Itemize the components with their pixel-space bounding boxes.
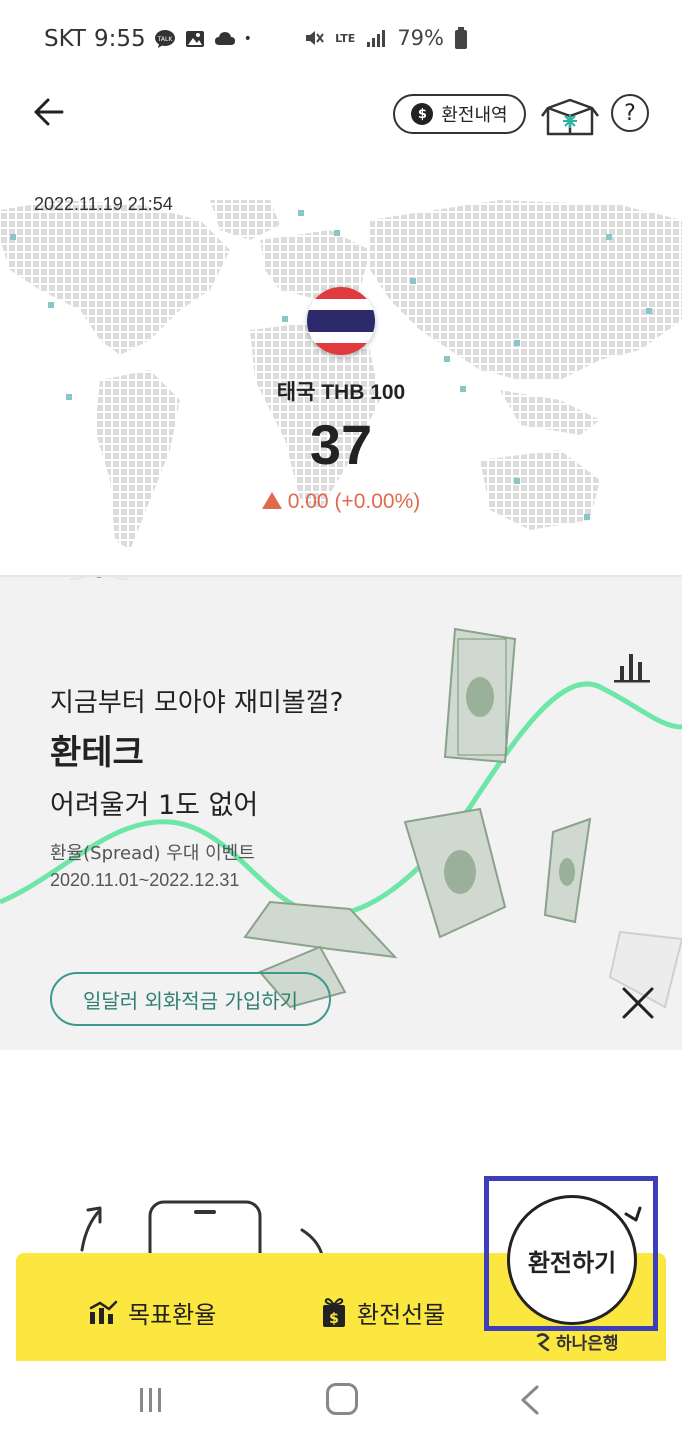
rate-change-value: 0.00 (+0.00%) bbox=[287, 490, 421, 513]
currency-label: 태국 THB 100 bbox=[276, 381, 406, 404]
status-bar: SKT 9:55 TALK • LTE 79% bbox=[0, 0, 682, 80]
exchange-gift-label: 환전선물 bbox=[357, 1301, 446, 1329]
svg-text:TALK: TALK bbox=[156, 36, 173, 43]
gift-icon: $ bbox=[323, 1297, 345, 1327]
back-arrow-icon[interactable] bbox=[28, 92, 72, 132]
exchange-gift-button[interactable]: $ 환전선물 bbox=[321, 1295, 445, 1330]
system-nav-bar bbox=[0, 1361, 682, 1440]
close-icon[interactable] bbox=[618, 983, 658, 1023]
battery-percent: 79% bbox=[397, 26, 444, 50]
savings-signup-button[interactable]: 일달러 외화적금 가입하기 bbox=[50, 972, 331, 1026]
gift-box-icon[interactable] bbox=[540, 94, 600, 138]
exchange-history-label: 환전내역 bbox=[441, 105, 508, 126]
dollar-bill-3 bbox=[543, 817, 592, 924]
dollar-bill-2 bbox=[403, 807, 507, 939]
dot-icon: • bbox=[243, 31, 252, 47]
banner-subtitle: 지금부터 모아야 재미볼껄? bbox=[50, 688, 344, 718]
up-triangle-icon bbox=[261, 492, 282, 509]
cloud-icon bbox=[214, 32, 235, 45]
thailand-flag-icon bbox=[307, 287, 375, 355]
exchange-history-button[interactable]: $ 환전내역 bbox=[393, 94, 526, 134]
status-right: LTE 79% bbox=[303, 26, 468, 50]
kakaotalk-icon: TALK bbox=[154, 30, 175, 48]
rate-card: 2022.11.19 21:54 태국 THB 100 37 0.00 (+0.… bbox=[0, 180, 682, 575]
rate-timestamp: 2022.11.19 21:54 bbox=[34, 194, 173, 214]
nav-back-icon[interactable] bbox=[515, 1383, 545, 1417]
banner-description: 어려울거 1도 없어 bbox=[50, 790, 259, 821]
banner-period: 2020.11.01~2022.12.31 bbox=[50, 870, 240, 890]
gallery-icon bbox=[185, 31, 204, 47]
status-left: SKT 9:55 TALK • bbox=[44, 26, 252, 52]
promo-banner[interactable]: 지금부터 모아야 재미볼껄? 환테크 어려울거 1도 없어 환율(Spread)… bbox=[0, 575, 682, 1050]
home-icon[interactable] bbox=[326, 1383, 358, 1415]
bar-chart-icon[interactable] bbox=[612, 650, 652, 684]
signal-icon bbox=[367, 30, 386, 47]
dollar-icon: $ bbox=[411, 103, 434, 125]
rate-change: 0.00 (+0.00%) bbox=[0, 490, 682, 514]
target-rate-label: 목표환율 bbox=[128, 1301, 217, 1329]
app-bar: $ 환전내역 ? bbox=[0, 80, 682, 160]
network-type: LTE bbox=[335, 31, 356, 45]
carrier-label: SKT bbox=[44, 26, 86, 52]
recent-apps-icon[interactable] bbox=[137, 1385, 165, 1415]
banner-title: 환테크 bbox=[50, 733, 144, 773]
target-rate-button[interactable]: 목표환율 bbox=[88, 1295, 216, 1330]
mute-icon bbox=[306, 31, 324, 45]
bank-name: 하나은행 bbox=[556, 1334, 619, 1354]
bank-logo: 하나은행 bbox=[534, 1329, 619, 1354]
chart-up-icon bbox=[89, 1300, 118, 1324]
dollar-bill-1 bbox=[443, 627, 517, 764]
circular-arrow-icon bbox=[624, 1206, 642, 1222]
hana-bank-icon bbox=[536, 1332, 550, 1351]
svg-text:$: $ bbox=[329, 1311, 339, 1327]
help-button[interactable]: ? bbox=[611, 94, 649, 132]
clock: 9:55 bbox=[93, 26, 146, 52]
exchange-rate-value: 37 bbox=[309, 413, 373, 476]
banner-event: 환율(Spread) 우대 이벤트 bbox=[50, 843, 255, 864]
battery-icon bbox=[455, 27, 467, 49]
